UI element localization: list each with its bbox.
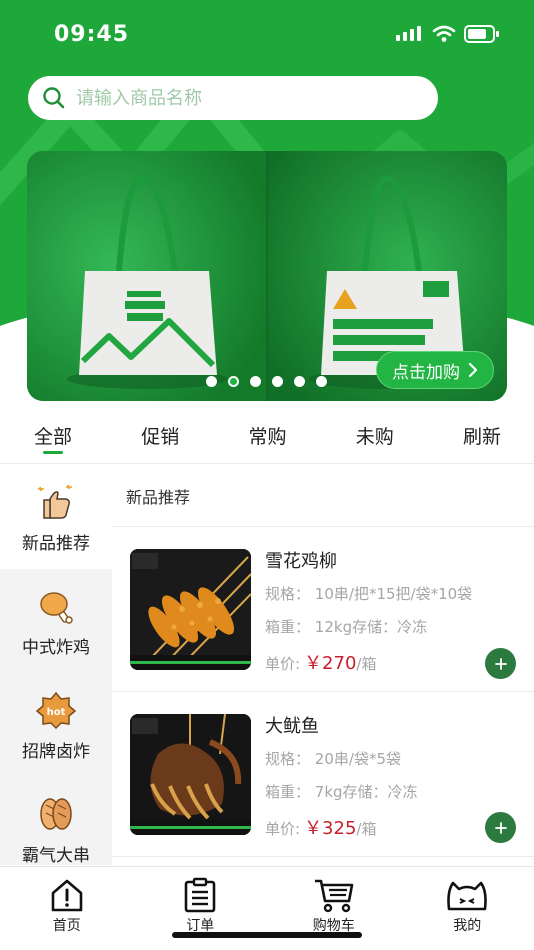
sidebar-item-label: 中式炸鸡 (22, 638, 90, 658)
product-image[interactable] (130, 549, 251, 670)
search-input[interactable] (76, 87, 416, 109)
sidebar-item-label: 新品推荐 (22, 534, 90, 554)
wifi-icon (432, 25, 456, 42)
banner-pagination (206, 376, 327, 387)
tab-promotion[interactable]: 促销 (141, 408, 179, 463)
chevron-right-icon (468, 362, 478, 378)
pagination-dot[interactable] (316, 376, 327, 387)
home-indicator (172, 932, 362, 938)
pagination-dot[interactable] (272, 376, 283, 387)
product-photo-squid-skewers (130, 714, 251, 835)
add-to-cart-button[interactable] (485, 812, 516, 843)
price-value: ￥325 (304, 818, 357, 839)
spec-label: 规格： (265, 750, 311, 768)
tabbar-item-home[interactable]: 首页 (0, 867, 134, 950)
sidebar-item-label: 霸气大串 (22, 846, 90, 866)
svg-text:hot: hot (47, 707, 66, 718)
category-sidebar: 新品推荐 中式炸鸡 hot 招牌卤炸 霸气大串 (0, 465, 112, 866)
price-unit: /箱 (356, 820, 377, 838)
price-label: 单价: (265, 820, 301, 838)
sidebar-item-signature-braised[interactable]: hot 招牌卤炸 (0, 673, 112, 777)
sidebar-item-chinese-fried-chicken[interactable]: 中式炸鸡 (0, 569, 112, 673)
category-tabs: 全部 促销 常购 未购 刷新 (0, 408, 534, 464)
sidebar-item-new-products[interactable]: 新品推荐 (0, 465, 112, 569)
product-spec: 规格： 20串/袋*5袋 (265, 748, 401, 769)
spec-value: 10串/把*15把/袋*10袋 (314, 585, 473, 603)
plus-icon (494, 657, 507, 670)
product-spec: 规格： 10串/把*15把/袋*10袋 (265, 583, 472, 604)
box-value: 7kg存储：冷冻 (314, 783, 418, 801)
tabbar-label: 我的 (453, 918, 482, 934)
price-label: 单价: (265, 655, 301, 673)
spec-label: 规格： (265, 585, 311, 603)
search-icon (43, 87, 65, 109)
cat-face-icon (447, 881, 488, 911)
product-price: 单价: ￥325 /箱 (265, 814, 376, 840)
tabbar-item-me[interactable]: 我的 (401, 867, 534, 950)
product-image[interactable] (130, 714, 251, 835)
box-label: 箱重： (265, 618, 311, 636)
product-price: 单价: ￥270 /箱 (265, 649, 376, 675)
product-name: 大鱿鱼 (265, 716, 319, 737)
clipboard-icon (184, 877, 216, 913)
price-value: ￥270 (304, 653, 357, 674)
status-time: 09:45 (54, 22, 130, 47)
plus-icon (494, 821, 507, 834)
status-bar: 09:45 (0, 0, 534, 70)
pagination-dot[interactable] (294, 376, 305, 387)
pagination-dot[interactable] (250, 376, 261, 387)
price-unit: /箱 (356, 655, 377, 673)
product-card[interactable]: 雪花鸡柳 规格： 10串/把*15把/袋*10袋 箱重： 12kg存储：冷冻 单… (112, 527, 534, 692)
skewer-icon (40, 798, 72, 830)
product-box-weight: 箱重： 12kg存储：冷冻 (265, 616, 427, 637)
sidebar-item-label: 招牌卤炸 (22, 742, 90, 762)
pagination-dot[interactable] (206, 376, 217, 387)
add-to-cart-banner-button[interactable]: 点击加购 (376, 351, 494, 389)
add-to-cart-label: 点击加购 (392, 362, 460, 383)
product-name: 雪花鸡柳 (265, 551, 337, 572)
tab-frequent[interactable]: 常购 (248, 408, 286, 463)
add-to-cart-button[interactable] (485, 648, 516, 679)
battery-icon (464, 25, 499, 43)
cellular-signal-icon (396, 26, 421, 41)
box-value: 12kg存储：冷冻 (314, 618, 428, 636)
tab-all[interactable]: 全部 (34, 408, 72, 463)
box-label: 箱重： (265, 783, 311, 801)
tab-not-purchased[interactable]: 未购 (356, 408, 394, 463)
product-card[interactable]: 大鱿鱼 规格： 20串/袋*5袋 箱重： 7kg存储：冷冻 单价: ￥325 /… (112, 692, 534, 857)
tabbar-label: 首页 (52, 918, 81, 934)
tab-refresh[interactable]: 刷新 (463, 408, 501, 463)
product-photo-chicken-skewers (130, 549, 251, 670)
status-icons (396, 24, 500, 44)
search-bar[interactable] (28, 76, 438, 120)
shopping-cart-icon (314, 879, 354, 913)
home-alert-icon (51, 879, 83, 912)
section-title: 新品推荐 (126, 488, 191, 507)
pagination-dot-active[interactable] (228, 376, 239, 387)
product-box-weight: 箱重： 7kg存储：冷冻 (265, 781, 418, 802)
hot-badge-icon: hot (35, 691, 77, 729)
spec-value: 20串/袋*5袋 (314, 750, 401, 768)
thumbs-up-sparkle-icon (38, 484, 72, 519)
chicken-leg-icon (40, 592, 73, 624)
